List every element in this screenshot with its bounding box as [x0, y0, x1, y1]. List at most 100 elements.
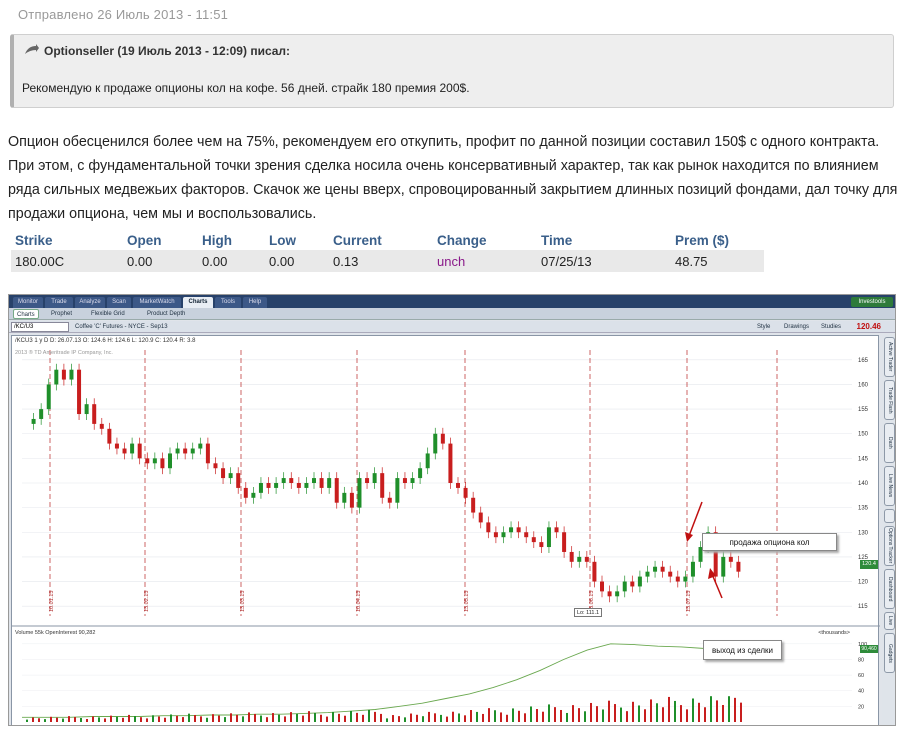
volume-bar — [158, 716, 160, 722]
candle-body — [304, 483, 309, 488]
side-gadget-live-news[interactable]: Live News — [884, 466, 895, 506]
candle-body — [92, 404, 97, 424]
volume-bar — [488, 708, 490, 722]
col-low: Low — [269, 232, 296, 248]
quote-text: Рекомендую к продаже опционы кол на кофе… — [22, 81, 470, 95]
subtab-flexible-grid[interactable]: Flexible Grid — [91, 309, 125, 319]
volume-bar — [224, 717, 226, 722]
volume-bar — [80, 717, 82, 722]
price-tick-label: 155 — [858, 407, 869, 413]
subtab-product-depth[interactable]: Product Depth — [147, 309, 185, 319]
volume-bar — [128, 714, 130, 722]
cell-time: 07/25/13 — [537, 250, 671, 272]
tab-marketwatch[interactable]: MarketWatch — [133, 297, 181, 308]
post-timestamp: Отправлено 26 Июль 2013 - 11:51 — [18, 7, 229, 22]
volume-bar — [362, 714, 364, 722]
volume-bar — [140, 717, 142, 722]
tab-analyze[interactable]: Analyze — [75, 297, 105, 308]
ohlc-readout: /KCU3 1 y D D: 26.07.13 O: 124.6 H: 124.… — [15, 338, 196, 344]
candle-body — [425, 453, 430, 469]
candle-body — [456, 483, 460, 488]
volume-bar — [476, 711, 478, 722]
volume-bar — [644, 709, 646, 722]
candle-body — [524, 532, 529, 538]
candle-body — [486, 522, 491, 533]
price-tick-label: 145 — [858, 456, 869, 462]
side-gadget-live-news[interactable]: Live News — [884, 612, 895, 630]
date-label: 13.05.13 — [464, 591, 470, 612]
candle-body — [516, 527, 521, 533]
tab-scan[interactable]: Scan — [107, 297, 131, 308]
tab-tools[interactable]: Tools — [215, 297, 241, 308]
volume-bar — [50, 716, 52, 722]
side-gadget-options-tracker[interactable]: Options Tracker — [884, 526, 895, 566]
volume-bar — [182, 717, 184, 722]
volume-tick-label: 20 — [858, 704, 864, 710]
studies-button[interactable]: Studies — [821, 322, 841, 332]
volume-bar — [716, 700, 718, 722]
volume-bar — [734, 697, 736, 722]
candle-body — [258, 483, 263, 493]
candle-body — [592, 561, 597, 582]
volume-bar — [542, 711, 544, 722]
candle-body — [440, 433, 445, 444]
tab-trade[interactable]: Trade — [45, 297, 73, 308]
volume-bar — [164, 717, 166, 722]
candle-body — [77, 369, 82, 415]
col-change: Change — [437, 232, 487, 248]
chart-toolbar: /KC/U3 Coffee 'C' Futures - NYCE - Sep13… — [9, 321, 895, 333]
candle-body — [175, 448, 180, 454]
tab-monitor[interactable]: Monitor — [13, 297, 43, 308]
candle-body — [630, 581, 635, 587]
volume-bar — [356, 712, 358, 722]
candle-body — [539, 542, 544, 548]
volume-bar — [68, 716, 70, 722]
tab-help[interactable]: Help — [243, 297, 267, 308]
candle-body — [213, 463, 218, 469]
symbol-input[interactable]: /KC/U3 — [11, 322, 69, 332]
last-price-marker: 120.4 — [860, 560, 878, 569]
candle-body — [130, 443, 135, 454]
candle-body — [372, 473, 377, 483]
drawings-button[interactable]: Drawings — [784, 322, 809, 332]
volume-bar — [626, 711, 628, 722]
volume-bar — [254, 713, 256, 722]
price-tick-label: 160 — [858, 382, 869, 388]
candle-body — [334, 478, 339, 503]
side-gadget-market-watch[interactable] — [884, 509, 895, 523]
volume-bar — [86, 718, 88, 722]
candle-body — [584, 556, 589, 562]
low-price-label: Lo: 111.1 — [574, 608, 602, 617]
volume-bar — [566, 712, 568, 722]
candle-body — [61, 369, 66, 380]
volume-bar — [608, 700, 610, 722]
volume-bar — [134, 716, 136, 722]
volume-bar — [632, 701, 634, 722]
volume-bar — [236, 714, 238, 722]
candle-body — [660, 566, 665, 572]
volume-bar — [422, 716, 424, 722]
side-gadget-trade-flash[interactable]: Trade Flash — [884, 380, 895, 420]
volume-bar — [116, 716, 118, 722]
candle-body — [569, 551, 574, 562]
style-button[interactable]: Style — [757, 322, 770, 332]
price-tick-label: 130 — [858, 530, 869, 536]
subtab-prophet[interactable]: Prophet — [51, 309, 72, 319]
volume-bar — [248, 712, 250, 722]
col-strike: Strike — [15, 232, 53, 248]
candle-body — [607, 591, 612, 597]
price-chart: 165 160 155 150 145 140 135 130 125 120 115 10.01.1… — [11, 335, 880, 725]
side-gadget-gadgets[interactable]: Gadgets — [884, 633, 895, 673]
price-tick-label: 150 — [858, 432, 869, 438]
subtab-charts[interactable]: Charts — [13, 309, 39, 319]
tab-charts[interactable]: Charts — [183, 297, 213, 308]
side-gadget-dashboard[interactable]: Dashboard — [884, 569, 895, 609]
side-gadget-active-trader[interactable]: Active Trader — [884, 337, 895, 377]
volume-bar — [44, 719, 46, 722]
volume-bar — [416, 714, 418, 722]
side-gadget-dash[interactable]: Dash — [884, 423, 895, 463]
annotation-sell-call: продажа опциона кол — [702, 533, 837, 551]
volume-bar — [266, 717, 268, 722]
candle-body — [114, 443, 119, 449]
volume-bar — [296, 713, 298, 722]
